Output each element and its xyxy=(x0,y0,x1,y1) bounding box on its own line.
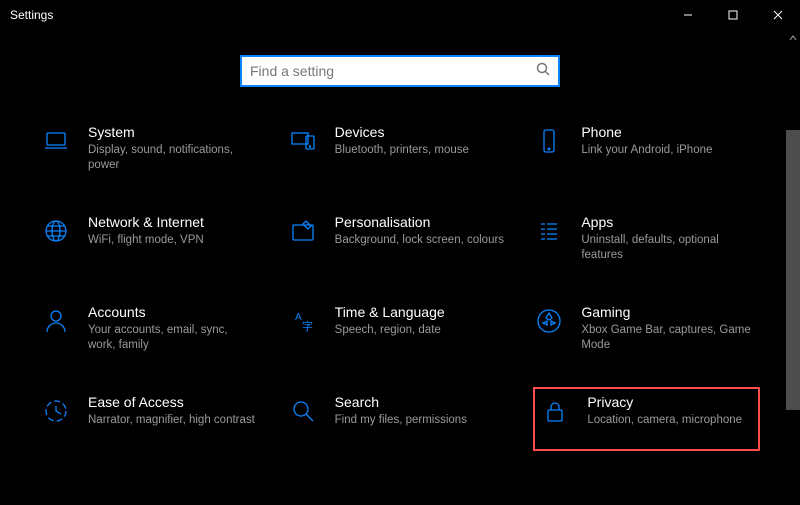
time-language-icon: A字 xyxy=(287,305,319,337)
tile-subtitle: Narrator, magnifier, high contrast xyxy=(88,413,258,428)
tile-text: Gaming Xbox Game Bar, captures, Game Mode xyxy=(581,303,756,353)
tile-text: Devices Bluetooth, printers, mouse xyxy=(335,123,510,158)
apps-icon xyxy=(533,215,565,247)
settings-tile-network[interactable]: Network & Internet WiFi, flight mode, VPN xyxy=(40,207,267,271)
tile-subtitle: Uninstall, defaults, optional features xyxy=(581,233,751,263)
settings-tile-timelang[interactable]: A字 Time & Language Speech, region, date xyxy=(287,297,514,361)
tile-title: Phone xyxy=(581,123,756,141)
tile-title: Privacy xyxy=(587,393,754,411)
paint-icon xyxy=(287,215,319,247)
tile-subtitle: Xbox Game Bar, captures, Game Mode xyxy=(581,323,751,353)
tile-subtitle: WiFi, flight mode, VPN xyxy=(88,233,258,248)
tile-text: Ease of Access Narrator, magnifier, high … xyxy=(88,393,263,428)
laptop-icon xyxy=(40,125,72,157)
ease-of-access-icon xyxy=(40,395,72,427)
settings-tile-system[interactable]: System Display, sound, notifications, pow… xyxy=(40,117,267,181)
tile-title: Ease of Access xyxy=(88,393,263,411)
tile-text: Privacy Location, camera, microphone xyxy=(587,393,754,428)
tile-subtitle: Bluetooth, printers, mouse xyxy=(335,143,505,158)
settings-tile-accounts[interactable]: Accounts Your accounts, email, sync, work… xyxy=(40,297,267,361)
search-input[interactable] xyxy=(250,63,536,79)
tile-text: System Display, sound, notifications, pow… xyxy=(88,123,263,173)
tile-title: Network & Internet xyxy=(88,213,263,231)
tile-title: Accounts xyxy=(88,303,263,321)
window-controls xyxy=(665,0,800,30)
phone-icon xyxy=(533,125,565,157)
gaming-icon xyxy=(533,305,565,337)
tile-text: Personalisation Background, lock screen, … xyxy=(335,213,510,248)
person-icon xyxy=(40,305,72,337)
vertical-scrollbar[interactable] xyxy=(786,30,800,505)
tile-title: Time & Language xyxy=(335,303,510,321)
tile-subtitle: Your accounts, email, sync, work, family xyxy=(88,323,258,353)
lock-icon xyxy=(539,395,571,427)
svg-text:字: 字 xyxy=(302,319,313,333)
globe-icon xyxy=(40,215,72,247)
tile-title: Apps xyxy=(581,213,756,231)
minimize-button[interactable] xyxy=(665,0,710,30)
search-category-icon xyxy=(287,395,319,427)
scroll-up-arrow[interactable] xyxy=(786,30,800,46)
settings-tile-personalisation[interactable]: Personalisation Background, lock screen, … xyxy=(287,207,514,271)
tile-title: Devices xyxy=(335,123,510,141)
tile-subtitle: Display, sound, notifications, power xyxy=(88,143,258,173)
tile-text: Accounts Your accounts, email, sync, work… xyxy=(88,303,263,353)
tile-subtitle: Location, camera, microphone xyxy=(587,413,754,428)
tile-title: Search xyxy=(335,393,510,411)
tile-subtitle: Speech, region, date xyxy=(335,323,505,338)
settings-tile-apps[interactable]: Apps Uninstall, defaults, optional featur… xyxy=(533,207,760,271)
tile-text: Search Find my files, permissions xyxy=(335,393,510,428)
settings-tile-privacy[interactable]: Privacy Location, camera, microphone xyxy=(533,387,760,451)
settings-tile-search[interactable]: Search Find my files, permissions xyxy=(287,387,514,451)
settings-tile-phone[interactable]: Phone Link your Android, iPhone xyxy=(533,117,760,181)
close-button[interactable] xyxy=(755,0,800,30)
tile-title: Personalisation xyxy=(335,213,510,231)
tile-subtitle: Find my files, permissions xyxy=(335,413,505,428)
maximize-button[interactable] xyxy=(710,0,755,30)
tile-subtitle: Link your Android, iPhone xyxy=(581,143,751,158)
tile-subtitle: Background, lock screen, colours xyxy=(335,233,505,248)
scrollbar-thumb[interactable] xyxy=(786,130,800,410)
tile-title: System xyxy=(88,123,263,141)
window-title: Settings xyxy=(10,8,53,22)
svg-text:A: A xyxy=(295,312,302,323)
tile-text: Time & Language Speech, region, date xyxy=(335,303,510,338)
search-icon xyxy=(536,62,550,81)
titlebar: Settings xyxy=(0,0,800,30)
settings-tile-ease[interactable]: Ease of Access Narrator, magnifier, high … xyxy=(40,387,267,451)
devices-icon xyxy=(287,125,319,157)
search-box[interactable] xyxy=(240,55,560,87)
tile-text: Apps Uninstall, defaults, optional featur… xyxy=(581,213,756,263)
tile-text: Network & Internet WiFi, flight mode, VPN xyxy=(88,213,263,248)
settings-tile-gaming[interactable]: Gaming Xbox Game Bar, captures, Game Mode xyxy=(533,297,760,361)
settings-tile-devices[interactable]: Devices Bluetooth, printers, mouse xyxy=(287,117,514,181)
tile-title: Gaming xyxy=(581,303,756,321)
tile-text: Phone Link your Android, iPhone xyxy=(581,123,756,158)
